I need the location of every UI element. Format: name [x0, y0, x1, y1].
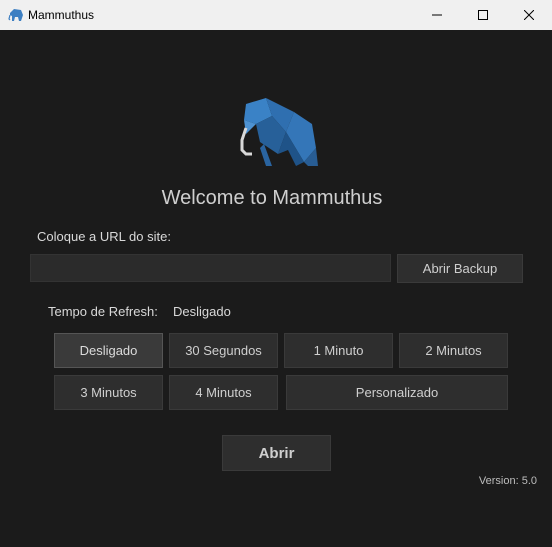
open-button[interactable]: Abrir — [222, 435, 331, 471]
minimize-button[interactable] — [414, 0, 460, 30]
maximize-icon — [478, 10, 488, 20]
refresh-option-1m-button[interactable]: 1 Minuto — [284, 333, 393, 368]
url-label: Coloque a URL do site: — [37, 229, 171, 244]
origami-elephant-logo — [240, 98, 318, 166]
minimize-icon — [432, 14, 442, 16]
open-backup-button[interactable]: Abrir Backup — [397, 254, 523, 283]
refresh-option-off-button[interactable]: Desligado — [54, 333, 163, 368]
refresh-option-30s-button[interactable]: 30 Segundos — [169, 333, 278, 368]
welcome-heading: Welcome to Mammuthus — [161, 187, 383, 209]
close-icon — [524, 10, 534, 20]
refresh-option-custom-button[interactable]: Personalizado — [286, 375, 508, 410]
refresh-option-4m-button[interactable]: 4 Minutos — [169, 375, 278, 410]
version-label: Version: 5.0 — [478, 475, 537, 487]
close-button[interactable] — [506, 0, 552, 30]
refresh-label: Tempo de Refresh: — [48, 304, 158, 319]
title-bar[interactable]: Mammuthus — [0, 0, 552, 30]
refresh-option-2m-button[interactable]: 2 Minutos — [399, 333, 508, 368]
maximize-button[interactable] — [460, 0, 506, 30]
window-title: Mammuthus — [28, 8, 95, 22]
refresh-value: Desligado — [173, 304, 231, 319]
elephant-icon — [8, 9, 23, 21]
refresh-option-3m-button[interactable]: 3 Minutos — [54, 375, 163, 410]
url-input[interactable] — [30, 254, 391, 282]
